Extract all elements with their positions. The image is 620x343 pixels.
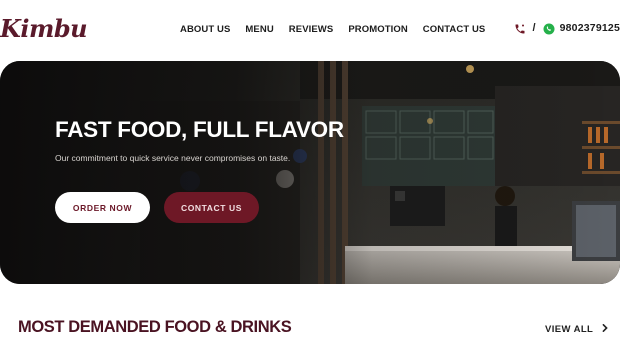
contact-separator: /	[532, 22, 536, 34]
whatsapp-icon[interactable]	[543, 22, 555, 35]
contact-us-button[interactable]: CONTACT US	[164, 192, 259, 223]
view-all-label: VIEW ALL	[545, 323, 594, 335]
order-now-button[interactable]: ORDER NOW	[55, 192, 150, 223]
hero-banner: FAST FOOD, FULL FLAVOR Our commitment to…	[0, 61, 620, 284]
top-navbar: Kimbu ABOUT US MENU REVIEWS PROMOTION CO…	[0, 0, 620, 60]
hero-subtitle: Our commitment to quick service never co…	[55, 153, 291, 163]
nav-reviews[interactable]: REVIEWS	[289, 24, 334, 35]
contact-info: / 9802379125	[514, 22, 620, 35]
main-menu: ABOUT US MENU REVIEWS PROMOTION CONTACT …	[180, 24, 485, 35]
hero-background-image	[0, 61, 620, 284]
brand-logo[interactable]: Kimbu	[0, 14, 88, 43]
chevron-right-icon	[601, 323, 609, 335]
nav-contact-us[interactable]: CONTACT US	[423, 24, 486, 35]
section-title: MOST DEMANDED FOOD & DRINKS	[18, 318, 292, 336]
nav-promotion[interactable]: PROMOTION	[348, 24, 407, 35]
phone-number[interactable]: 9802379125	[560, 22, 620, 34]
view-all-link[interactable]: VIEW ALL	[545, 323, 609, 335]
nav-about-us[interactable]: ABOUT US	[180, 24, 230, 35]
hero-title: FAST FOOD, FULL FLAVOR	[55, 117, 344, 142]
nav-menu[interactable]: MENU	[245, 24, 273, 35]
phone-icon[interactable]	[514, 22, 526, 34]
